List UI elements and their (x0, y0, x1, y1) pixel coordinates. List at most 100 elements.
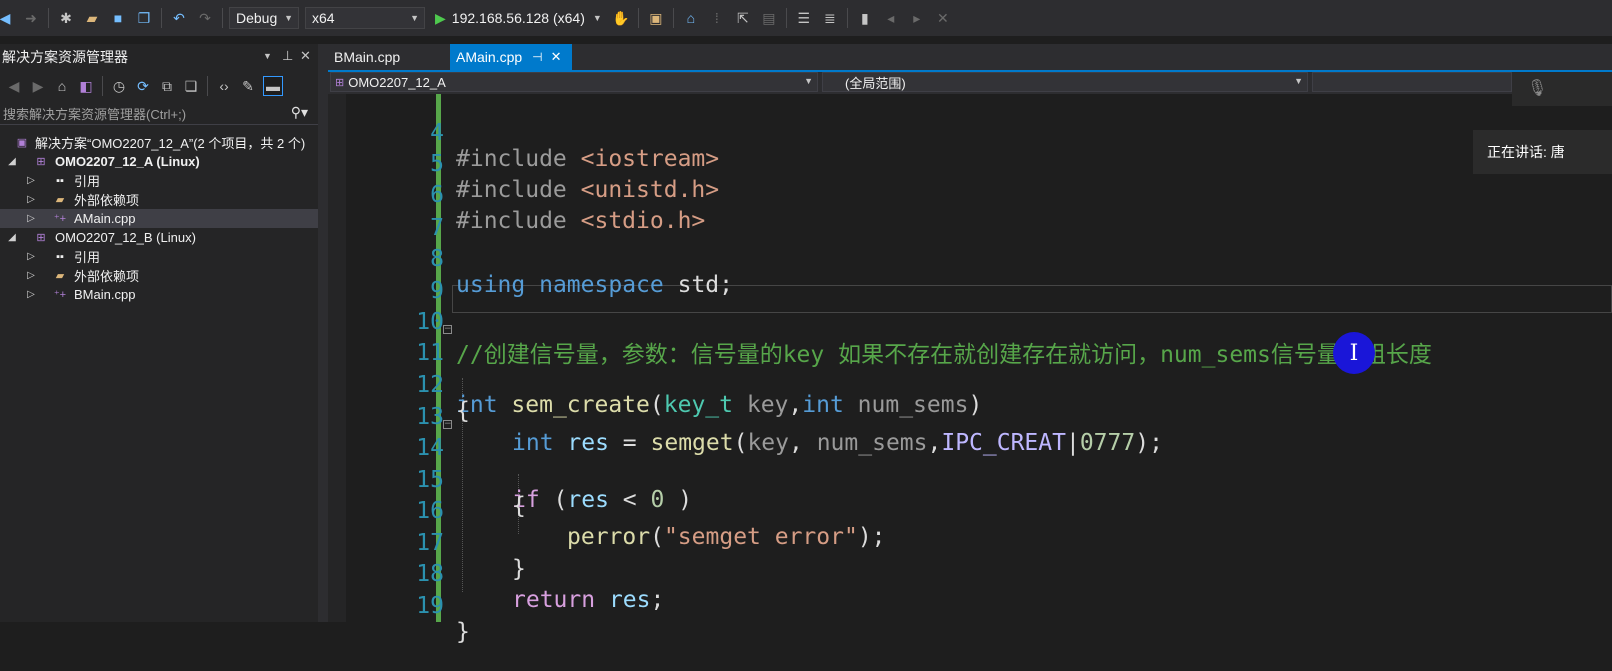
external-deps-node-a[interactable]: ▷ ▰ 外部依赖项 (0, 190, 318, 209)
code-line: 13 int res = semget(key, num_sems,IPC_CR… (328, 378, 1612, 456)
references-node-a[interactable]: ▷ ▪▪ 引用 (0, 171, 318, 190)
pin-icon[interactable]: ⊥ (282, 48, 293, 64)
project-node-a[interactable]: ◢ ⊞ OMO2207_12_A (Linux) (0, 152, 318, 171)
panel-splitter[interactable] (318, 44, 328, 622)
back-icon[interactable]: ◀ (5, 77, 23, 95)
chevron-down-icon: ▼ (410, 13, 419, 23)
external-deps-node-b[interactable]: ▷ ▰ 外部依赖项 (0, 266, 318, 285)
collapsed-arrow-icon[interactable]: ▷ (25, 213, 37, 224)
code-line: 11 − int sem_create(key_t key,int num_se… (328, 314, 1612, 419)
fold-collapse-icon[interactable]: − (443, 325, 452, 334)
external-deps-label: 外部依赖项 (74, 193, 140, 208)
forward-icon[interactable]: ▶ (29, 77, 47, 95)
tab-label: BMain.cpp (334, 49, 401, 65)
main-toolbar: ◀ ➜ ✱ ▰ ■ ❐ ↶ ↷ Debug ▼ x64 ▼ ▶ 192.168.… (0, 0, 1612, 36)
view-code-icon[interactable]: ‹› (215, 77, 233, 95)
references-node-b[interactable]: ▷ ▪▪ 引用 (0, 247, 318, 266)
save-all-icon[interactable]: ❐ (135, 9, 153, 27)
find-in-files-icon[interactable]: ▣ (647, 9, 665, 27)
navigate-back-icon[interactable]: ◀ (0, 9, 14, 27)
run-debug-button[interactable]: ▶ 192.168.56.128 (x64) ▼ (435, 10, 602, 27)
solution-explorer-title: 解决方案资源管理器 (2, 49, 128, 65)
references-icon: ▪▪ (56, 174, 64, 187)
toolbar-separator (161, 8, 162, 28)
solution-search-box[interactable]: 搜索解决方案资源管理器(Ctrl+;) ⚲▾ (0, 102, 318, 125)
amain-file-node[interactable]: ▷ ⁺+ AMain.cpp (0, 209, 318, 228)
search-placeholder: 搜索解决方案资源管理器(Ctrl+;) (3, 106, 187, 122)
search-icon[interactable]: ⚲▾ (291, 104, 308, 121)
collapsed-arrow-icon[interactable]: ▷ (25, 270, 37, 281)
cpp-file-icon: ⁺+ (53, 213, 67, 225)
hot-reload-icon[interactable]: ✋ (612, 9, 630, 27)
pending-changes-filter-icon[interactable]: ◷ (110, 77, 128, 95)
chevron-down-icon[interactable]: ▼ (263, 51, 272, 61)
code-line: 7 (328, 189, 1612, 241)
chevron-down-icon: ▼ (592, 13, 602, 23)
close-icon[interactable]: ✕ (300, 48, 311, 64)
code-line: 17 } (328, 504, 1612, 582)
solution-explorer-panel: 解决方案资源管理器 ▼ ⊥ ✕ ◀ ▶ ⌂ ◧ ◷ ⟳ ⧉ ❏ ‹› ✎ ▬ 搜… (0, 44, 318, 622)
clear-bookmarks-icon[interactable]: ✕ (934, 9, 952, 27)
navigate-forward-icon[interactable]: ➜ (22, 9, 40, 27)
home-icon[interactable]: ⌂ (53, 77, 71, 95)
expanded-arrow-icon[interactable]: ◢ (6, 232, 18, 243)
platform-dropdown[interactable]: x64 ▼ (305, 7, 425, 29)
solution-label: 解决方案“OMO2207_12_A”(2 个项目，共 2 个) (35, 136, 306, 151)
solution-node[interactable]: ▣ 解决方案“OMO2207_12_A”(2 个项目，共 2 个) (0, 133, 318, 152)
new-project-icon[interactable]: ✱ (57, 9, 75, 27)
collapsed-arrow-icon[interactable]: ▷ (25, 175, 37, 186)
browser-link-icon[interactable]: ⌂ (682, 9, 700, 27)
toolbar-separator (672, 8, 674, 28)
undo-icon[interactable]: ↶ (170, 9, 188, 27)
bookmark-icon[interactable]: ▮ (856, 9, 874, 27)
configuration-dropdown[interactable]: Debug ▼ (229, 7, 299, 29)
open-folder-icon[interactable]: ▰ (83, 9, 101, 27)
code-editor[interactable]: 4 #include <iostream> 5 #include <unistd… (328, 94, 1612, 645)
close-icon[interactable]: ✕ (551, 49, 562, 65)
references-icon: ▪▪ (56, 250, 64, 263)
prev-bookmark-icon[interactable]: ◂ (882, 9, 900, 27)
project-node-b[interactable]: ◢ ⊞ OMO2207_12_B (Linux) (0, 228, 318, 247)
global-scope-dropdown[interactable]: (全局范围) ▼ (822, 72, 1308, 92)
step-icon[interactable]: ⇱ (734, 9, 752, 27)
references-label: 引用 (74, 174, 101, 189)
save-icon[interactable]: ■ (109, 9, 127, 27)
project-icon: ⊞ (36, 232, 46, 244)
expanded-arrow-icon[interactable]: ◢ (6, 156, 18, 167)
chevron-down-icon: ▼ (1294, 76, 1303, 86)
redo-icon[interactable]: ↷ (196, 9, 214, 27)
tab-bmain[interactable]: BMain.cpp (328, 44, 446, 70)
toolbar-separator (637, 8, 639, 28)
line-number: 19 (416, 593, 444, 619)
uncomment-lines-icon[interactable]: ≣ (821, 9, 839, 27)
toggle-icon[interactable]: ▤ (760, 9, 778, 27)
member-dropdown[interactable] (1312, 72, 1512, 92)
preview-selected-icon[interactable]: ▬ (263, 76, 283, 96)
collapsed-arrow-icon[interactable]: ▷ (25, 194, 37, 205)
cpp-file-icon: ⁺+ (53, 289, 67, 301)
code-line: 10 //创建信号量，参数：信号量的key 如果不存在就创建存在就访问，num_… (328, 283, 1612, 368)
microphone-icon[interactable]: 🎙 (1527, 78, 1547, 98)
bmain-file-node[interactable]: ▷ ⁺+ BMain.cpp (0, 285, 318, 304)
sync-icon[interactable]: ⟳ (134, 77, 152, 95)
speaking-text: 正在讲话: 唐 (1487, 144, 1565, 160)
fold-collapse-icon[interactable]: − (443, 420, 452, 429)
editor-navigation-bar: ⊞ OMO2207_12_A ▼ (全局范围) ▼ (328, 72, 1612, 94)
toolbar-separator (846, 8, 848, 28)
pin-icon[interactable]: ⊣ (532, 50, 542, 64)
collapse-all-icon[interactable]: ⧉ (158, 77, 176, 95)
comment-lines-icon[interactable]: ☰ (795, 9, 813, 27)
properties-wrench-icon[interactable]: ✎ (239, 77, 257, 95)
show-all-files-icon[interactable]: ❏ (182, 77, 200, 95)
collapsed-arrow-icon[interactable]: ▷ (25, 251, 37, 262)
switch-views-icon[interactable]: ◧ (77, 77, 95, 95)
solution-explorer-toolbar: ◀ ▶ ⌂ ◧ ◷ ⟳ ⧉ ❏ ‹› ✎ ▬ (0, 70, 318, 102)
tab-amain[interactable]: AMain.cpp ⊣ ✕ (450, 44, 572, 70)
collapsed-arrow-icon[interactable]: ▷ (25, 289, 37, 300)
folder-icon: ▰ (55, 270, 65, 282)
bmain-file-label: BMain.cpp (74, 287, 136, 302)
next-bookmark-icon[interactable]: ▸ (908, 9, 926, 27)
code-line: 4 #include <iostream> (328, 94, 1612, 172)
project-scope-dropdown[interactable]: ⊞ OMO2207_12_A ▼ (330, 72, 818, 92)
document-tabs: BMain.cpp AMain.cpp ⊣ ✕ (328, 44, 1612, 72)
